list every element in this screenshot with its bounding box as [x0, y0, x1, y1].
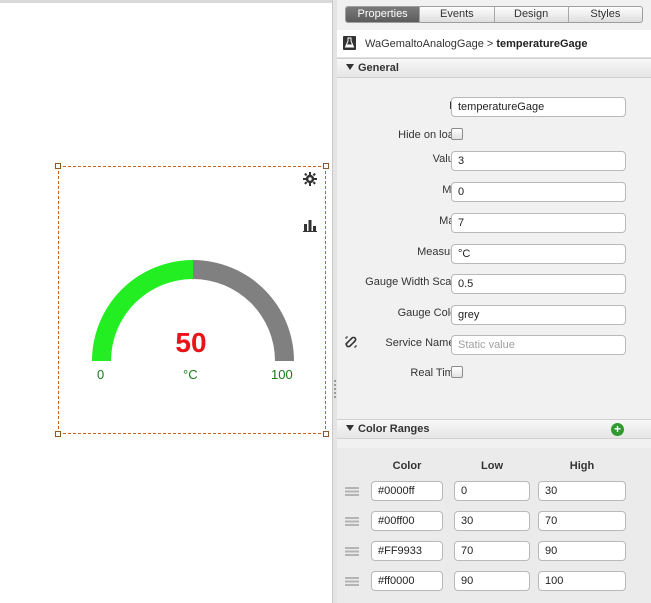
high-cell[interactable]: 70 — [538, 511, 626, 531]
max-label: Max: — [337, 215, 463, 227]
color-cell[interactable]: #0000ff — [371, 481, 443, 501]
drag-handle-icon[interactable] — [345, 517, 359, 526]
chevron-down-icon — [346, 64, 354, 70]
section-color-ranges-title: Color Ranges — [358, 423, 430, 435]
low-column-header: Low — [481, 460, 503, 472]
breadcrumb-parent[interactable]: WaGemaltoAnalogGage — [365, 38, 484, 50]
table-row: #ff0000 90 100 — [337, 570, 651, 594]
properties-panel: Properties Events Design Styles WaGemalt… — [337, 0, 651, 603]
drag-handle-icon[interactable] — [345, 547, 359, 556]
gauge-max-label: 100 — [271, 367, 293, 382]
gauge-widget[interactable]: 50 0 °C 100 — [55, 163, 329, 437]
tab-styles[interactable]: Styles — [569, 7, 642, 22]
id-label: ID: — [337, 100, 463, 112]
gauge-width-scale-label: Gauge Width Scale: — [365, 276, 463, 288]
real-time-label: Real Time: — [410, 367, 463, 379]
color-cell[interactable]: #ff0000 — [371, 571, 443, 591]
table-row: #FF9933 70 90 — [337, 540, 651, 564]
gauge-value: 50 — [175, 327, 207, 358]
low-cell[interactable]: 0 — [454, 481, 530, 501]
design-canvas[interactable]: 50 0 °C 100 — [0, 0, 332, 603]
gauge-color-label: Gauge Color: — [397, 307, 463, 319]
section-color-ranges-header[interactable]: Color Ranges + — [337, 419, 651, 439]
breadcrumb-separator: > — [483, 38, 497, 50]
color-cell[interactable]: #00ff00 — [371, 511, 443, 531]
gauge-unit-label: °C — [183, 367, 198, 382]
tab-design[interactable]: Design — [495, 7, 569, 22]
canvas-top-border — [0, 0, 332, 3]
gauge-color-field[interactable]: grey — [451, 305, 626, 325]
add-icon[interactable]: + — [611, 423, 624, 436]
color-ranges-table: Color Low High #0000ff 0 30 #00ff00 30 7… — [337, 448, 651, 603]
min-label: Min: — [337, 184, 463, 196]
breadcrumb-current: temperatureGage — [496, 38, 588, 50]
color-column-header: Color — [392, 460, 422, 472]
high-cell[interactable]: 90 — [538, 541, 626, 561]
tab-properties[interactable]: Properties — [346, 7, 421, 22]
high-cell[interactable]: 100 — [538, 571, 626, 591]
color-cell[interactable]: #FF9933 — [371, 541, 443, 561]
measure-label: Measure: — [417, 246, 463, 258]
low-cell[interactable]: 30 — [454, 511, 530, 531]
breadcrumb-text: WaGemaltoAnalogGage > temperatureGage — [365, 38, 587, 50]
high-cell[interactable]: 30 — [538, 481, 626, 501]
value-label: Value: — [432, 153, 463, 165]
low-cell[interactable]: 90 — [454, 571, 530, 591]
drag-handle-icon[interactable] — [345, 577, 359, 586]
drag-handle-icon[interactable] — [345, 487, 359, 496]
gauge-width-scale-field[interactable]: 0.5 — [451, 274, 626, 294]
hide-on-load-checkbox[interactable] — [451, 128, 463, 140]
value-field[interactable]: 3 — [451, 151, 626, 171]
id-field[interactable]: temperatureGage — [451, 97, 626, 117]
section-general-header[interactable]: General — [337, 58, 651, 78]
service-names-label: Service Names: — [385, 337, 463, 349]
chevron-down-icon — [346, 425, 354, 431]
real-time-checkbox[interactable] — [451, 366, 463, 378]
measure-field[interactable]: °C — [451, 244, 626, 264]
high-column-header: High — [569, 460, 595, 472]
gauge-min-label: 0 — [97, 367, 105, 382]
tab-events[interactable]: Events — [420, 7, 495, 22]
gauge-arc — [92, 260, 294, 361]
flask-icon — [343, 36, 356, 50]
table-row: #00ff00 30 70 — [337, 510, 651, 534]
min-field[interactable]: 0 — [451, 182, 626, 202]
app-root: 50 0 °C 100 Properties Events Design Sty… — [0, 0, 651, 603]
panel-tabs: Properties Events Design Styles — [345, 6, 643, 23]
max-field[interactable]: 7 — [451, 213, 626, 233]
table-row: #0000ff 0 30 — [337, 480, 651, 504]
hide-on-load-label: Hide on load: — [398, 129, 463, 141]
service-names-field[interactable]: Static value — [451, 335, 626, 355]
low-cell[interactable]: 70 — [454, 541, 530, 561]
section-general-title: General — [358, 62, 399, 74]
breadcrumb: WaGemaltoAnalogGage > temperatureGage — [337, 30, 651, 58]
splitter-grip[interactable] — [334, 380, 336, 400]
